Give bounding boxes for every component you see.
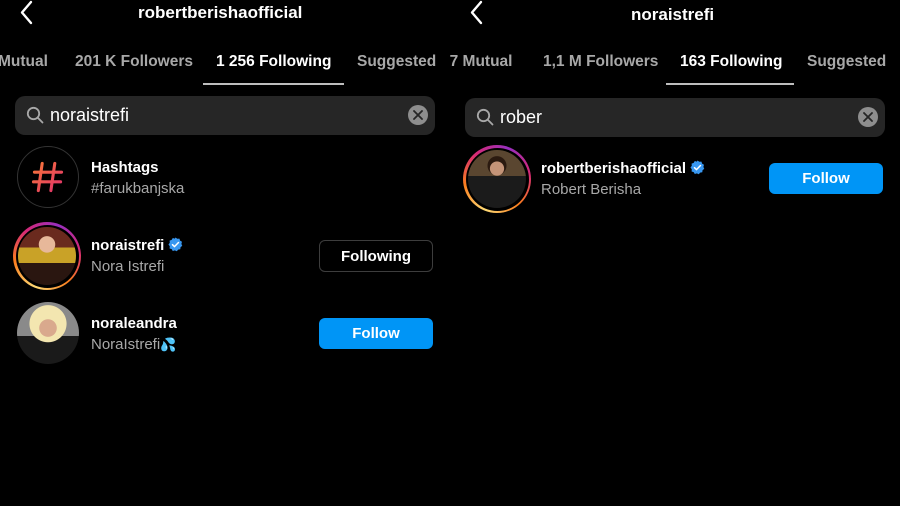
hashtag-icon: [31, 161, 64, 193]
active-tab-indicator: [203, 83, 344, 85]
result-subtitle: Robert Berisha: [541, 181, 642, 198]
verified-badge-icon: [690, 160, 705, 175]
search-input[interactable]: noraistrefi: [50, 105, 129, 126]
tab-following[interactable]: 163 Following: [680, 40, 782, 84]
hashtag-avatar: [17, 146, 79, 208]
avatar[interactable]: [463, 145, 531, 213]
tab-followers[interactable]: 201 K Followers: [75, 40, 193, 84]
right-panel: noraistrefi 67 Mutual 1,1 M Followers 16…: [450, 0, 900, 506]
follow-button[interactable]: Follow: [769, 163, 883, 194]
tab-mutual[interactable]: Mutual: [0, 40, 48, 84]
emoji: 💦: [160, 337, 177, 352]
search-icon: [476, 108, 494, 126]
page-title: robertberishaofficial: [138, 3, 303, 22]
tab-mutual[interactable]: 67 Mutual: [450, 40, 512, 84]
tab-suggested[interactable]: Suggested: [807, 40, 886, 84]
tab-following[interactable]: 1 256 Following: [216, 40, 331, 84]
result-name: noraistrefi: [91, 237, 183, 254]
list-item-noraleandra[interactable]: noraleandra NoraIstrefi💦 Follow: [0, 302, 450, 364]
result-fullname: NoraIstrefi: [91, 336, 161, 353]
clear-icon[interactable]: [858, 107, 878, 127]
result-subtitle: NoraIstrefi💦: [91, 336, 176, 353]
tab-followers[interactable]: 1,1 M Followers: [543, 40, 658, 84]
search-bar[interactable]: rober: [465, 98, 885, 137]
result-name: robertberishaofficial: [541, 160, 705, 177]
avatar[interactable]: [17, 302, 79, 364]
search-bar[interactable]: noraistrefi: [15, 96, 435, 135]
result-username: noraistrefi: [91, 237, 165, 254]
list-item-hashtags[interactable]: Hashtags #farukbanjska: [0, 146, 450, 208]
result-name: noraleandra: [91, 315, 177, 332]
avatar[interactable]: [13, 222, 81, 290]
follow-button[interactable]: Follow: [319, 318, 433, 349]
search-input[interactable]: rober: [500, 107, 542, 128]
left-panel: robertberishaofficial Mutual 201 K Follo…: [0, 0, 450, 506]
page-title: noraistrefi: [631, 5, 715, 24]
result-name: Hashtags: [91, 159, 159, 176]
tab-suggested[interactable]: Suggested: [357, 40, 436, 84]
back-chevron-icon[interactable]: [464, 0, 490, 26]
result-username: robertberishaofficial: [541, 160, 687, 177]
active-tab-indicator: [666, 83, 794, 85]
verified-badge-icon: [168, 237, 183, 252]
result-subtitle: Nora Istrefi: [91, 258, 165, 275]
result-subtitle: #farukbanjska: [91, 180, 185, 197]
list-item-robertberishaofficial[interactable]: robertberishaofficial Robert Berisha Fol…: [450, 145, 900, 213]
clear-icon[interactable]: [408, 105, 428, 125]
tab-bar: Mutual 201 K Followers 1 256 Following S…: [0, 40, 450, 85]
tab-bar: 67 Mutual 1,1 M Followers 163 Following …: [450, 40, 900, 85]
back-chevron-icon[interactable]: [14, 0, 40, 26]
following-button[interactable]: Following: [319, 240, 433, 272]
search-icon: [26, 106, 44, 124]
list-item-noraistrefi[interactable]: noraistrefi Nora Istrefi Following: [0, 222, 450, 290]
